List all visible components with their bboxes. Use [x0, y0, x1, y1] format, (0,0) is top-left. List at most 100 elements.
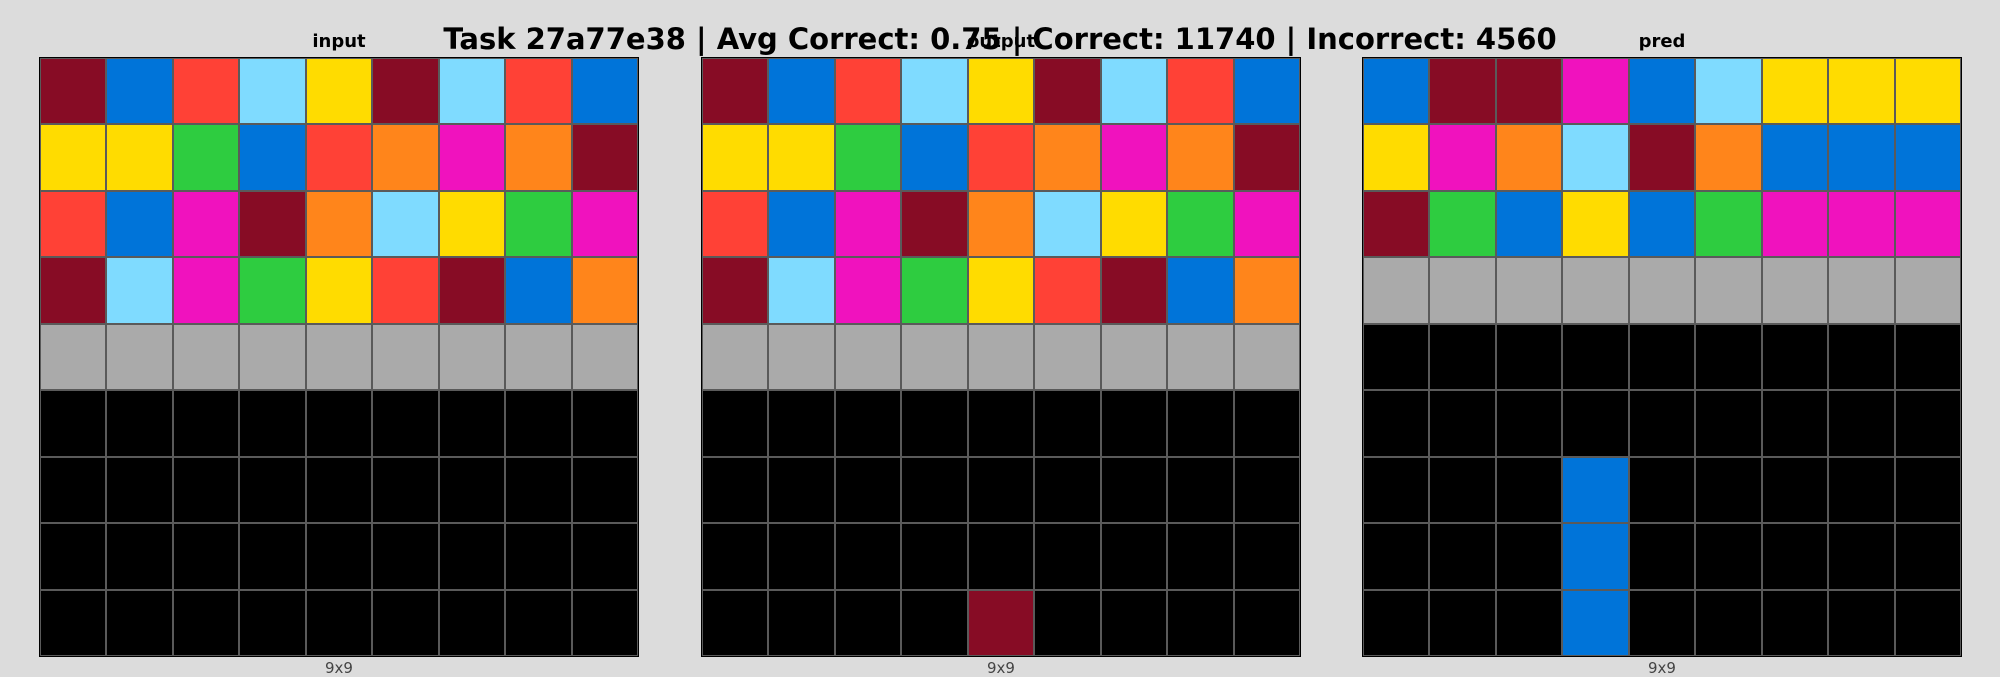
grid-cell — [106, 323, 173, 391]
grid-cell — [305, 456, 373, 524]
grid-cell — [40, 58, 107, 125]
grid-cell — [106, 456, 173, 524]
grid-cell — [1894, 58, 1961, 125]
grid-cell — [1495, 257, 1563, 324]
grid-cell — [1495, 323, 1563, 391]
grid-cell — [505, 323, 572, 391]
grid-cell — [967, 589, 1035, 656]
grid-cell — [1167, 124, 1234, 191]
grid-cell — [172, 124, 240, 191]
grid-cell — [834, 523, 902, 590]
grid-cell — [1100, 456, 1168, 524]
grid-cell — [768, 257, 835, 324]
grid-cell — [967, 190, 1035, 258]
grid-cell — [40, 190, 107, 258]
grid-cell — [239, 390, 306, 457]
grid-cell — [172, 456, 240, 524]
grid-cell — [571, 58, 638, 125]
grid-cell — [1495, 456, 1563, 524]
grid-cell — [1828, 523, 1895, 590]
grid-cell — [1828, 390, 1895, 457]
grid-cell — [1628, 456, 1696, 524]
grid-cell — [702, 124, 769, 191]
grid-cell — [901, 589, 968, 656]
grid-cell — [834, 124, 902, 191]
grid-cell — [239, 58, 306, 125]
grid-cell — [768, 390, 835, 457]
grid-dims-output: 9x9 — [987, 659, 1015, 677]
grid-cell — [1100, 523, 1168, 590]
grid-cell — [1894, 323, 1961, 391]
grid-cell — [1429, 589, 1496, 656]
grid-cell — [172, 523, 240, 590]
grid-cell — [438, 190, 506, 258]
grid-cell — [1429, 58, 1496, 125]
grid-cell — [1363, 323, 1430, 391]
grid-cell — [1167, 257, 1234, 324]
grid-pred — [1362, 57, 1962, 657]
grid-cell — [834, 323, 902, 391]
grid-cell — [1167, 589, 1234, 656]
grid-cell — [438, 124, 506, 191]
grid-cell — [505, 257, 572, 324]
grid-cell — [1363, 589, 1430, 656]
grid-cell — [1100, 257, 1168, 324]
grid-cell — [571, 190, 638, 258]
grid-cell — [1695, 456, 1762, 524]
grid-cell — [1695, 390, 1762, 457]
grid-cell — [571, 456, 638, 524]
grid-cell — [834, 589, 902, 656]
grid-cell — [571, 390, 638, 457]
grid-cell — [1167, 58, 1234, 125]
grid-cell — [106, 390, 173, 457]
grid-cell — [1695, 523, 1762, 590]
grid-cell — [1363, 58, 1430, 125]
grid-cell — [1562, 124, 1629, 191]
grid-cell — [372, 456, 439, 524]
grid-cell — [372, 58, 439, 125]
figure-title: Task 27a77e38 | Avg Correct: 0.75 | Corr… — [443, 22, 1557, 56]
grid-cell — [1167, 323, 1234, 391]
grid-cell — [106, 589, 173, 656]
grid-cell — [702, 523, 769, 590]
grid-cell — [571, 323, 638, 391]
grid-cell — [172, 257, 240, 324]
grid-cell — [768, 124, 835, 191]
grid-cell — [834, 190, 902, 258]
grid-cell — [239, 456, 306, 524]
grid-cell — [239, 190, 306, 258]
grid-cell — [1034, 323, 1101, 391]
grid-cell — [1828, 257, 1895, 324]
grid-cell — [1233, 456, 1300, 524]
grid-cell — [106, 58, 173, 125]
grid-cell — [305, 390, 373, 457]
grid-cell — [1363, 523, 1430, 590]
grid-cell — [1761, 523, 1829, 590]
grid-cell — [305, 58, 373, 125]
grid-cell — [172, 390, 240, 457]
grid-cell — [571, 124, 638, 191]
grid-cell — [967, 257, 1035, 324]
grid-cell — [1233, 323, 1300, 391]
grid-cell — [1628, 190, 1696, 258]
grid-cell — [901, 58, 968, 125]
grid-cell — [372, 323, 439, 391]
grid-cell — [901, 390, 968, 457]
grid-cell — [1761, 323, 1829, 391]
grid-cell — [372, 589, 439, 656]
grid-cell — [438, 323, 506, 391]
grid-cell — [172, 58, 240, 125]
grid-cell — [768, 523, 835, 590]
grid-cell — [1100, 124, 1168, 191]
grid-cell — [1233, 523, 1300, 590]
grid-dims-pred: 9x9 — [1648, 659, 1676, 677]
grid-cell — [106, 523, 173, 590]
grid-cell — [702, 390, 769, 457]
grid-cell — [1761, 190, 1829, 258]
grid-cell — [1828, 323, 1895, 391]
grid-cell — [438, 523, 506, 590]
grid-cell — [1233, 124, 1300, 191]
grid-cell — [1562, 190, 1629, 258]
grid-cell — [1167, 190, 1234, 258]
grid-cell — [1894, 390, 1961, 457]
